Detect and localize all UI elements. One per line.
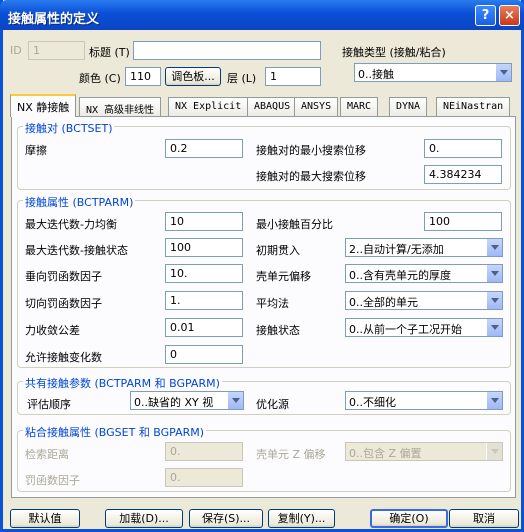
chevron-down-icon — [227, 392, 243, 409]
chevron-down-icon — [486, 392, 502, 409]
layer-label: 层 (L) — [227, 72, 257, 85]
color-label: 颜色 (C) — [79, 72, 121, 85]
max-iter-force-label: 最大迭代数-力均衡 — [25, 218, 117, 231]
tangent-penalty-input[interactable]: 1. — [165, 291, 243, 310]
tangent-penalty-label: 切向罚函数因子 — [25, 297, 102, 310]
contact-props-group-title: 接触属性 (BCTPARM) — [23, 194, 136, 210]
max-iter-force-input[interactable]: 10 — [165, 212, 243, 231]
search-dist-label: 检索距离 — [25, 448, 69, 461]
default-button[interactable]: 默认值 — [10, 509, 80, 528]
close-button[interactable]: × — [499, 5, 520, 26]
force-tol-label: 力收敛公差 — [25, 324, 80, 337]
tab-dyna[interactable]: DYNA — [389, 97, 428, 116]
contact-type-select[interactable]: 0..接触 — [354, 63, 512, 82]
contact-status-label: 接触状态 — [256, 324, 300, 337]
title-bar[interactable]: 接触属性的定义 ? × — [0, 0, 524, 30]
help-button[interactable]: ? — [475, 5, 496, 26]
ok-button[interactable]: 确定(O) — [370, 509, 448, 528]
shell-offset-select[interactable]: 0..含有壳单元的厚度 — [345, 264, 503, 283]
chevron-down-icon — [486, 443, 502, 460]
friction-label: 摩擦 — [25, 144, 47, 157]
tab-nx-explicit[interactable]: NX Explicit — [168, 97, 249, 116]
max-search-input[interactable]: 4.384234 — [424, 165, 502, 184]
chevron-down-icon — [486, 265, 502, 282]
title-input[interactable] — [133, 41, 321, 60]
force-tol-input[interactable]: 0.01 — [165, 318, 243, 337]
min-search-label: 接触对的最小搜索位移 — [256, 144, 366, 157]
glue-penalty-label: 罚函数因子 — [25, 474, 80, 487]
shell-offset-value: 0..含有壳单元的厚度 — [349, 269, 451, 282]
min-contact-pct-input[interactable]: 100 — [424, 212, 502, 231]
init-penetration-label: 初期贯入 — [256, 244, 300, 257]
init-penetration-select[interactable]: 2..自动计算/无添加 — [345, 238, 503, 257]
glue-props-group-title: 粘合接触属性 (BGSET 和 BGPARM) — [23, 424, 207, 440]
normal-penalty-label: 垂向罚函数因子 — [25, 270, 102, 283]
palette-button[interactable]: 调色板... — [165, 67, 221, 86]
chevron-down-icon — [486, 319, 502, 336]
search-dist-input: 0. — [165, 442, 243, 461]
chevron-down-icon — [486, 239, 502, 256]
chevron-down-icon — [486, 292, 502, 309]
shell-z-value: 0..包含 Z 偏置 — [349, 447, 422, 460]
contact-property-dialog: 接触属性的定义 ? × ID 1 标题 (T) 接触类型 (接触/粘合) 颜色 … — [0, 0, 524, 532]
eval-order-select[interactable]: 0..缺省的 XY 视 — [130, 391, 244, 410]
tab-ansys[interactable]: ANSYS — [294, 97, 339, 116]
cancel-button[interactable]: 取消 — [449, 509, 519, 528]
allowed-change-input[interactable]: 0 — [165, 345, 243, 364]
tab-abaqus[interactable]: ABAQUS — [247, 97, 298, 116]
load-button[interactable]: 加载(D)... — [105, 509, 183, 528]
window-title: 接触属性的定义 — [8, 12, 100, 27]
optimize-value: 0..不细化 — [349, 396, 396, 409]
tab-nx-static-contact[interactable]: NX 静接触 — [10, 94, 77, 117]
id-field: 1 — [28, 41, 85, 60]
contact-status-value: 0..从前一个子工况开始 — [349, 323, 462, 336]
title-label: 标题 (T) — [89, 46, 130, 59]
contact-pair-group-title: 接触对 (BCTSET) — [23, 120, 115, 136]
shared-params-group-title: 共有接触参数 (BCTPARM 和 BGPARM) — [23, 375, 222, 391]
averaging-select[interactable]: 0..全部的单元 — [345, 291, 503, 310]
min-contact-pct-label: 最小接触百分比 — [256, 218, 333, 231]
normal-penalty-input[interactable]: 10. — [165, 264, 243, 283]
max-search-label: 接触对的最大搜索位移 — [256, 170, 366, 183]
tab-marc[interactable]: MARC — [340, 97, 379, 116]
chevron-down-icon — [495, 64, 511, 81]
shell-z-select: 0..包含 Z 偏置 — [345, 442, 503, 461]
id-label: ID — [10, 44, 22, 57]
glue-penalty-input: 0. — [165, 468, 243, 487]
contact-status-select[interactable]: 0..从前一个子工况开始 — [345, 318, 503, 337]
min-search-input[interactable]: 0. — [424, 139, 502, 158]
shell-z-label: 壳单元 Z 偏移 — [256, 448, 326, 461]
save-button[interactable]: 保存(S)... — [189, 509, 263, 528]
eval-order-label: 评估顺序 — [27, 398, 71, 411]
tab-nx-advanced-nonlinear[interactable]: NX 高级非线性 — [79, 97, 162, 116]
averaging-label: 平均法 — [256, 297, 289, 310]
tab-neinastran[interactable]: NEiNastran — [436, 97, 511, 116]
contact-type-value: 0..接触 — [358, 68, 394, 81]
optimize-label: 优化源 — [256, 398, 289, 411]
optimize-select[interactable]: 0..不细化 — [345, 391, 503, 410]
init-penetration-value: 2..自动计算/无添加 — [349, 243, 444, 256]
eval-order-value: 0..缺省的 XY 视 — [134, 396, 214, 409]
allowed-change-label: 允许接触变化数 — [25, 351, 102, 364]
copy-button[interactable]: 复制(Y)... — [268, 509, 335, 528]
max-iter-status-input[interactable]: 100 — [165, 238, 243, 257]
max-iter-status-label: 最大迭代数-接触状态 — [25, 244, 128, 257]
contact-type-label: 接触类型 (接触/粘合) — [342, 46, 446, 59]
color-input[interactable]: 110 — [125, 67, 161, 86]
layer-input[interactable]: 1 — [265, 67, 321, 86]
shell-offset-label: 壳单元偏移 — [256, 270, 311, 283]
friction-input[interactable]: 0.2 — [165, 139, 243, 158]
averaging-value: 0..全部的单元 — [349, 296, 418, 309]
